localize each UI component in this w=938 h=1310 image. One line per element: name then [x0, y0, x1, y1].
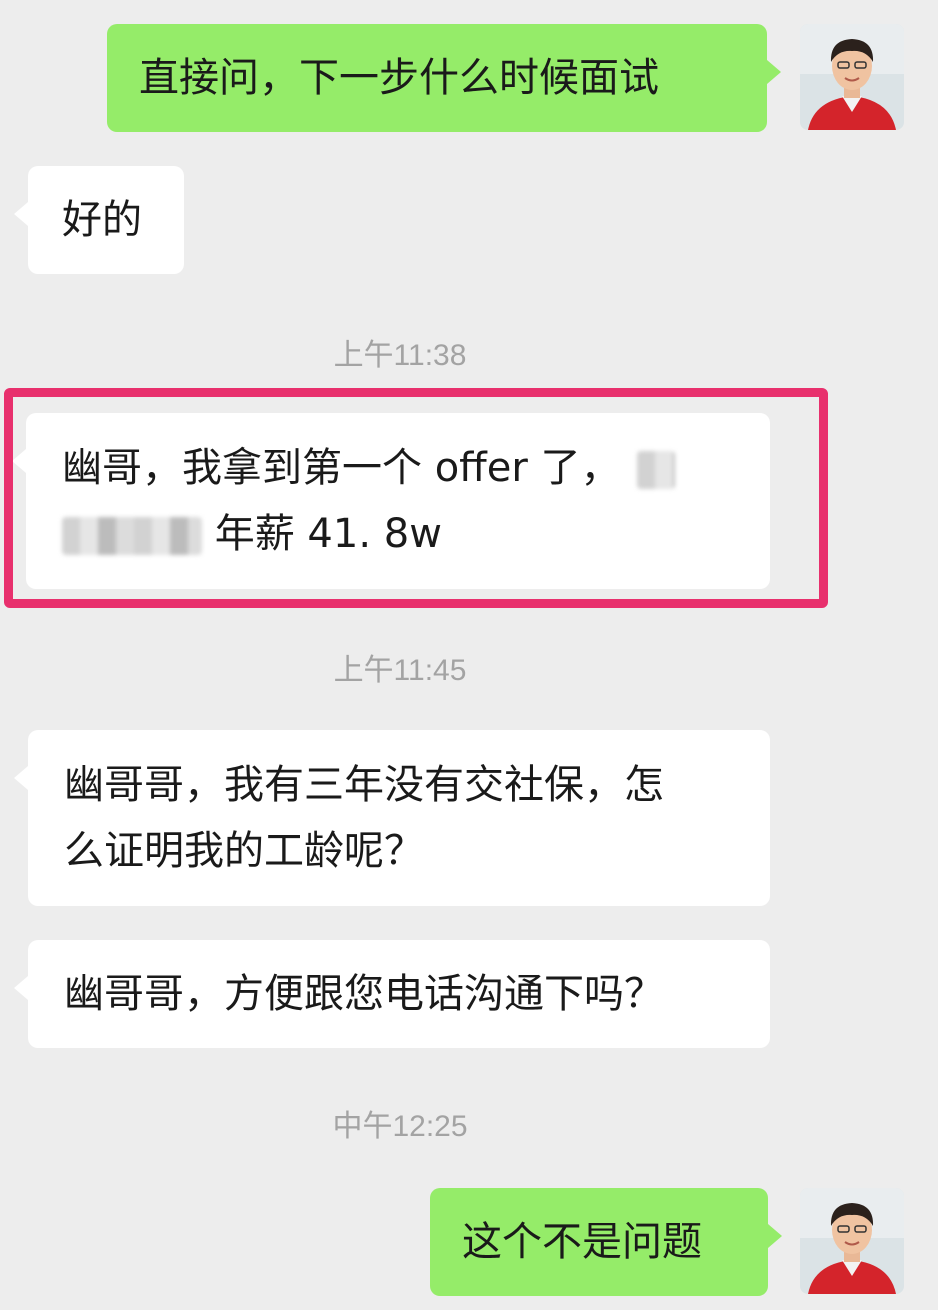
avatar-icon[interactable]	[800, 1188, 904, 1294]
message-text: 这个不是问题	[462, 1219, 702, 1265]
timestamp: 上午11:45	[333, 654, 467, 687]
timestamp: 中午12:25	[332, 1110, 468, 1143]
message-text: 幽哥哥，方便跟您电话沟通下吗？	[64, 971, 664, 1017]
message-text: 直接问，下一步什么时候面试	[139, 55, 659, 101]
message-text: 好的	[62, 197, 142, 243]
timestamp: 上午11:38	[333, 339, 467, 372]
message-incoming-2[interactable]: 幽哥哥，我有三年没有交社保，怎 么证明我的工龄呢？	[14, 730, 770, 906]
message-text: 么证明我的工龄呢？	[64, 828, 424, 874]
message-text: 幽哥哥，我有三年没有交社保，怎	[64, 762, 664, 808]
avatar-icon[interactable]	[800, 24, 904, 130]
highlight-box	[4, 388, 828, 608]
chat-window: 直接问，下一步什么时候面试 好的 上午11:38 幽哥，我拿到第一个 offer…	[0, 0, 938, 1310]
message-incoming-1[interactable]: 好的	[14, 166, 184, 274]
message-outgoing-2[interactable]: 这个不是问题	[430, 1188, 782, 1296]
message-outgoing-1[interactable]: 直接问，下一步什么时候面试	[107, 24, 781, 132]
message-incoming-3[interactable]: 幽哥哥，方便跟您电话沟通下吗？	[14, 940, 770, 1048]
